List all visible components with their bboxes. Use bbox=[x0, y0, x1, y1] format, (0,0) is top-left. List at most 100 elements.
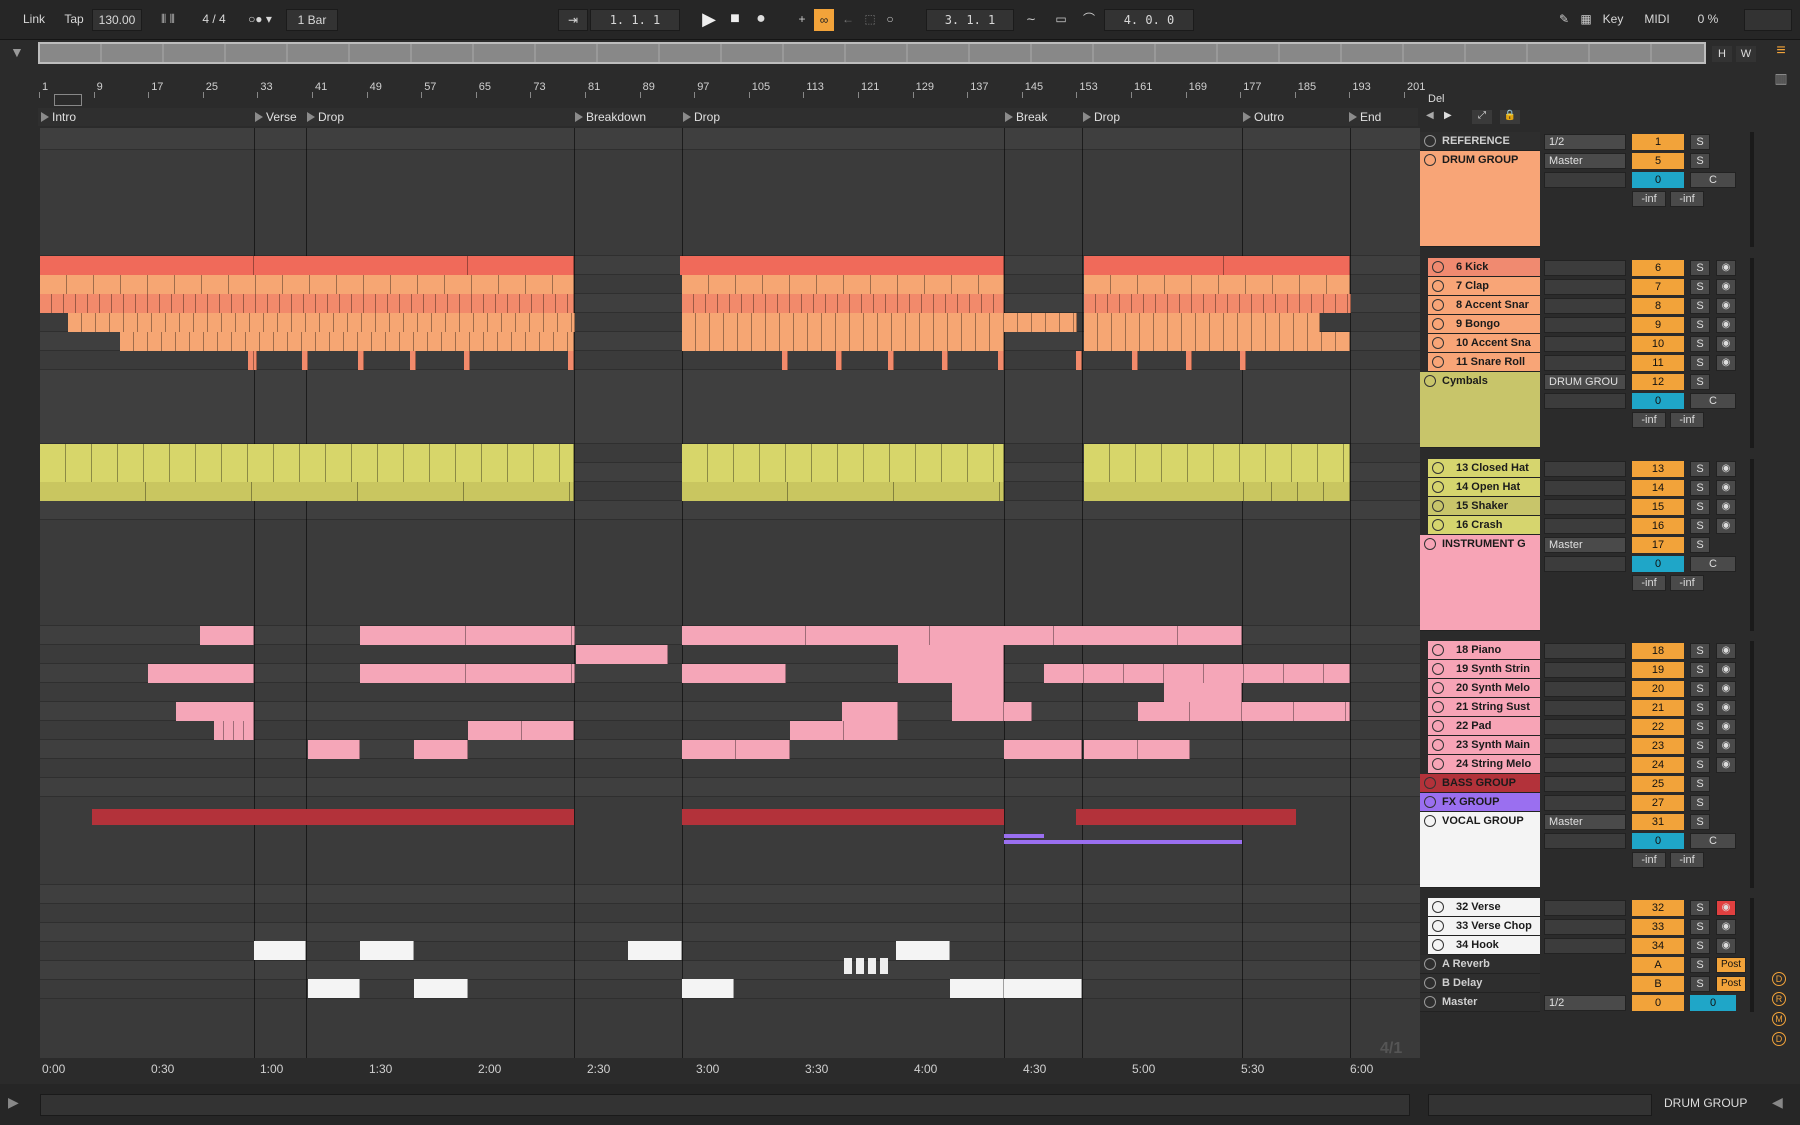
open-hat-clip[interactable] bbox=[734, 463, 760, 482]
locator-end[interactable]: End bbox=[1348, 108, 1458, 126]
open-hat-clip[interactable] bbox=[682, 463, 708, 482]
accent-snare-clip[interactable] bbox=[1180, 294, 1192, 313]
accent-clip[interactable] bbox=[176, 332, 190, 351]
accent-clip[interactable] bbox=[724, 332, 738, 351]
bongo-clip[interactable] bbox=[334, 313, 348, 332]
track-name[interactable]: 24 String Melo bbox=[1428, 755, 1540, 774]
clap-clip[interactable] bbox=[898, 275, 925, 294]
accent-snare-clip[interactable] bbox=[472, 294, 484, 313]
bongo-clip[interactable] bbox=[1196, 313, 1210, 332]
sends-slot[interactable] bbox=[1544, 393, 1626, 409]
io-select[interactable] bbox=[1544, 298, 1626, 314]
snare-roll-clip[interactable] bbox=[1132, 351, 1138, 370]
accent-clip[interactable] bbox=[526, 332, 540, 351]
bongo-clip[interactable] bbox=[822, 313, 836, 332]
arm-icon[interactable] bbox=[1432, 701, 1444, 713]
verse-chop-clip[interactable] bbox=[868, 958, 876, 974]
monitor-icon[interactable]: ◉ bbox=[1716, 499, 1736, 515]
accent-clip[interactable] bbox=[766, 332, 780, 351]
hook-clip[interactable] bbox=[414, 979, 468, 998]
arm-icon[interactable] bbox=[1432, 758, 1444, 770]
side-indicator-icon[interactable]: M bbox=[1772, 1012, 1786, 1026]
clap-clip[interactable] bbox=[1192, 275, 1219, 294]
bongo-clip[interactable] bbox=[1308, 313, 1320, 332]
hook-clip[interactable] bbox=[682, 979, 734, 998]
accent-clip[interactable] bbox=[752, 332, 766, 351]
clap-clip[interactable] bbox=[499, 275, 526, 294]
synth-melody-clip[interactable] bbox=[148, 664, 254, 683]
monitor-icon[interactable]: ◉ bbox=[1716, 700, 1736, 716]
closed-hat-clip[interactable] bbox=[760, 444, 786, 463]
accent-snare-clip[interactable] bbox=[694, 294, 706, 313]
solo-button[interactable]: S bbox=[1690, 919, 1710, 935]
accent-snare-clip[interactable] bbox=[268, 294, 280, 313]
track-number[interactable]: 6 bbox=[1632, 260, 1684, 276]
accent-clip[interactable] bbox=[512, 332, 526, 351]
closed-hat-clip[interactable] bbox=[274, 444, 300, 463]
accent-clip[interactable] bbox=[948, 332, 962, 351]
synth-main-clip[interactable] bbox=[244, 721, 254, 740]
sends-slot[interactable] bbox=[1544, 556, 1626, 572]
accent-clip[interactable] bbox=[162, 332, 176, 351]
pan-field[interactable]: C bbox=[1690, 556, 1736, 572]
open-hat-clip[interactable] bbox=[508, 463, 534, 482]
accent-snare-clip[interactable] bbox=[412, 294, 424, 313]
clap-clip[interactable] bbox=[229, 275, 256, 294]
string-sus-clip[interactable] bbox=[952, 683, 1004, 702]
solo-button[interactable]: S bbox=[1690, 134, 1710, 150]
accent-snare-clip[interactable] bbox=[196, 294, 208, 313]
accent-clip[interactable] bbox=[1224, 332, 1238, 351]
synth-melody-clip[interactable] bbox=[1284, 664, 1324, 683]
loop-start-field[interactable]: 3. 1. 1 bbox=[926, 9, 1014, 31]
bongo-clip[interactable] bbox=[376, 313, 390, 332]
bongo-clip[interactable] bbox=[1210, 313, 1224, 332]
closed-hat-clip[interactable] bbox=[942, 444, 968, 463]
solo-button[interactable]: S bbox=[1690, 336, 1710, 352]
verse-clip[interactable] bbox=[896, 941, 950, 960]
bongo-clip[interactable] bbox=[1266, 313, 1280, 332]
synth-main-clip[interactable] bbox=[522, 721, 574, 740]
closed-hat-clip[interactable] bbox=[222, 444, 248, 463]
open-hat-clip[interactable] bbox=[404, 463, 430, 482]
closed-hat-clip[interactable] bbox=[890, 444, 916, 463]
shaker-clip[interactable] bbox=[40, 482, 146, 501]
io-select[interactable] bbox=[1544, 260, 1626, 276]
accent-snare-clip[interactable] bbox=[316, 294, 328, 313]
track-name[interactable]: B Delay bbox=[1420, 974, 1540, 993]
track-name[interactable]: 8 Accent Snar bbox=[1428, 296, 1540, 315]
accent-clip[interactable] bbox=[1294, 332, 1308, 351]
accent-snare-clip[interactable] bbox=[778, 294, 790, 313]
synth-string-pad-clip[interactable] bbox=[576, 645, 668, 664]
accent-clip[interactable] bbox=[414, 332, 428, 351]
monitor-icon[interactable]: ◉ bbox=[1716, 355, 1736, 371]
accent-clip[interactable] bbox=[344, 332, 358, 351]
io-select[interactable] bbox=[1544, 461, 1626, 477]
accent-snare-clip[interactable] bbox=[352, 294, 364, 313]
accent-clip[interactable] bbox=[1280, 332, 1294, 351]
synth-melody-clip[interactable] bbox=[466, 664, 572, 683]
accent-snare-clip[interactable] bbox=[1132, 294, 1144, 313]
track-number[interactable]: 21 bbox=[1632, 700, 1684, 716]
accent-snare-clip[interactable] bbox=[112, 294, 124, 313]
io-select[interactable] bbox=[1544, 336, 1626, 352]
solo-button[interactable]: S bbox=[1690, 480, 1710, 496]
accent-snare-clip[interactable] bbox=[1144, 294, 1156, 313]
accent-clip[interactable] bbox=[442, 332, 456, 351]
closed-hat-clip[interactable] bbox=[196, 444, 222, 463]
accent-snare-clip[interactable] bbox=[1264, 294, 1276, 313]
track-lane[interactable] bbox=[40, 904, 1420, 923]
track-number[interactable]: 10 bbox=[1632, 336, 1684, 352]
open-hat-clip[interactable] bbox=[196, 463, 222, 482]
open-hat-clip[interactable] bbox=[1110, 463, 1136, 482]
accent-clip[interactable] bbox=[456, 332, 470, 351]
io-select[interactable] bbox=[1544, 757, 1626, 773]
monitor-icon[interactable]: ◉ bbox=[1716, 298, 1736, 314]
accent-snare-clip[interactable] bbox=[400, 294, 412, 313]
accent-clip[interactable] bbox=[990, 332, 1004, 351]
bass-clip[interactable] bbox=[92, 809, 574, 825]
track-lane[interactable] bbox=[40, 351, 1420, 370]
bongo-clip[interactable] bbox=[82, 313, 96, 332]
io-select[interactable] bbox=[1544, 776, 1626, 792]
accent-snare-clip[interactable] bbox=[148, 294, 160, 313]
accent-snare-clip[interactable] bbox=[1108, 294, 1120, 313]
